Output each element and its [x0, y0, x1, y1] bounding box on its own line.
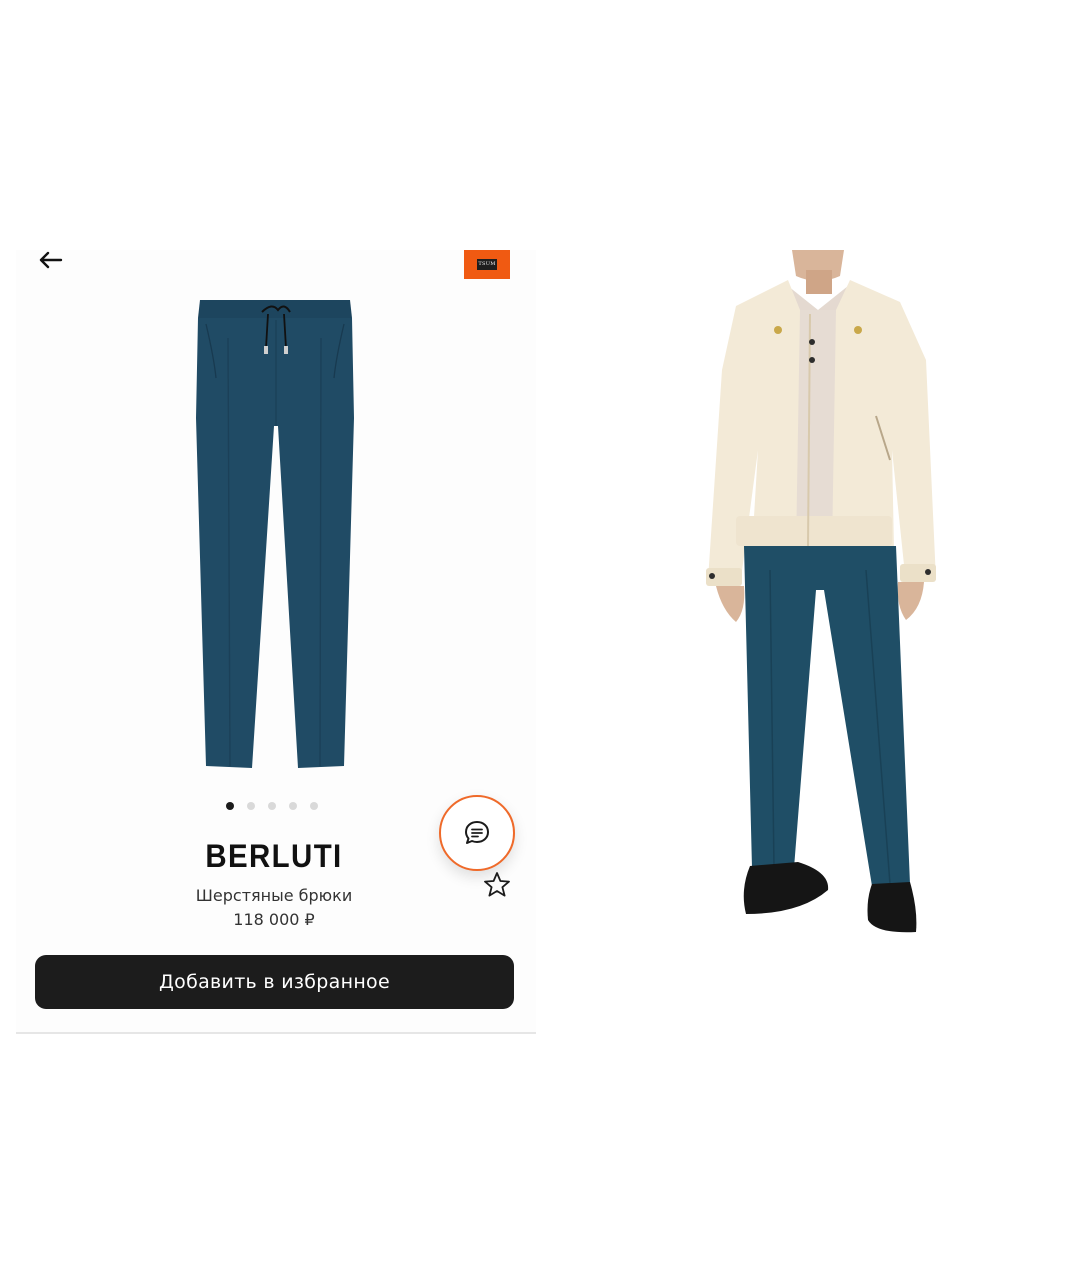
product-card-screen: TSUM BERLUTI Шерстяные брюки 118 000 ₽ Д… — [16, 250, 536, 1034]
carousel-dot[interactable] — [310, 802, 318, 810]
add-to-favorites-button[interactable]: Добавить в избранное — [35, 955, 514, 1009]
store-badge: TSUM — [464, 250, 510, 279]
arrow-left-icon — [39, 251, 63, 269]
store-badge-logo: TSUM — [477, 259, 497, 270]
carousel-dot[interactable] — [247, 802, 255, 810]
carousel-dot-active[interactable] — [226, 802, 234, 810]
carousel-dot[interactable] — [268, 802, 276, 810]
model-photo — [706, 250, 936, 933]
product-image-trousers[interactable] — [186, 298, 366, 774]
carousel-dot[interactable] — [289, 802, 297, 810]
back-button[interactable] — [36, 246, 72, 274]
product-name: Шерстяные брюки — [195, 886, 353, 905]
brand-title: BERLUTI — [205, 838, 343, 874]
product-price: 118 000 ₽ — [233, 910, 315, 929]
carousel-pagination[interactable] — [226, 802, 318, 810]
